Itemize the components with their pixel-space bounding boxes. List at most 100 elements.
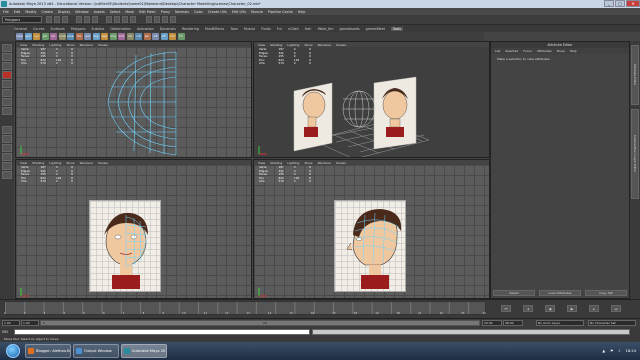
minimize-button[interactable]: _ xyxy=(604,0,614,7)
tab-subdivs[interactable]: Subdivs xyxy=(91,27,104,31)
move-tool-icon[interactable] xyxy=(2,71,12,79)
menu-edit[interactable]: Edit xyxy=(14,10,21,14)
viewport-menu-lighting[interactable]: Lighting xyxy=(49,161,61,165)
attr-menu-selected[interactable]: Selected xyxy=(505,49,518,53)
menu-create-uvs[interactable]: Create UVs xyxy=(208,10,227,14)
go-to-start-button[interactable]: ⏮ xyxy=(501,304,511,312)
tab-painteffects[interactable]: PaintEffects xyxy=(205,27,224,31)
viewport-menu-lighting[interactable]: Lighting xyxy=(287,161,299,165)
select-tool-icon[interactable] xyxy=(2,44,12,52)
menu-proxy[interactable]: Proxy xyxy=(161,10,170,14)
save-scene-icon[interactable] xyxy=(62,16,68,23)
snap-plane-icon[interactable] xyxy=(130,16,136,23)
taskbar-item[interactable]: Autodesk Maya 2013... xyxy=(121,344,167,358)
ipr-icon[interactable] xyxy=(162,16,168,23)
viewport-menu-view[interactable]: View xyxy=(258,43,265,47)
menu-edit-uvs[interactable]: Edit UVs xyxy=(232,10,246,14)
viewport-menu-shading[interactable]: Shading xyxy=(270,43,282,47)
viewport-menu-lighting[interactable]: Lighting xyxy=(287,43,299,47)
range-slider[interactable]: 1 24 xyxy=(40,320,480,326)
tab-fluids[interactable]: Fluids xyxy=(261,27,271,31)
persp-outliner-layout-icon[interactable] xyxy=(2,144,12,152)
taskbar-item[interactable]: Blogger: Alethan-Bo... xyxy=(25,344,71,358)
render-settings-icon[interactable] xyxy=(170,16,176,23)
shelf-brg-icon[interactable]: brg xyxy=(92,33,100,40)
tab-dynamics[interactable]: Dynamics xyxy=(160,27,176,31)
menu-help[interactable]: Help xyxy=(298,10,306,14)
shelf-tor-icon[interactable]: tor xyxy=(50,33,57,40)
outliner-icon[interactable] xyxy=(2,171,12,179)
attr-menu-attributes[interactable]: Attributes xyxy=(537,49,552,53)
viewport-menu-shading[interactable]: Shading xyxy=(32,43,44,47)
menu-create[interactable]: Create xyxy=(42,10,53,14)
viewport-menu-renderer[interactable]: Renderer xyxy=(318,43,332,47)
maximize-button[interactable]: □ xyxy=(615,0,625,7)
viewport-menu-lighting[interactable]: Lighting xyxy=(49,43,61,47)
tab-deformation[interactable]: Deformation xyxy=(110,27,131,31)
menu-select[interactable]: Select xyxy=(110,10,120,14)
four-view-layout-icon[interactable] xyxy=(2,135,12,143)
shelf-hlx-icon[interactable]: hlx xyxy=(75,33,83,40)
select-component-icon[interactable] xyxy=(92,16,98,23)
viewport-menu-renderer[interactable]: Renderer xyxy=(80,43,94,47)
command-language-label[interactable]: MEL xyxy=(2,329,9,335)
tray-icon[interactable]: ⚑ xyxy=(610,349,613,353)
viewport-menu-renderer[interactable]: Renderer xyxy=(80,161,94,165)
viewport-menu-show[interactable]: Show xyxy=(304,43,312,47)
tray-icon[interactable]: ▲ xyxy=(602,349,605,353)
menu-display[interactable]: Display xyxy=(58,10,71,14)
attr-menu-help[interactable]: Help xyxy=(570,49,577,53)
shelf-fc-icon[interactable]: FC xyxy=(177,33,185,40)
menu-window[interactable]: Window xyxy=(75,10,88,14)
menu-assets[interactable]: Assets xyxy=(94,10,105,14)
viewport-bottom-right[interactable]: View Shading Lighting Show Renderer Panels Ve… xyxy=(253,159,490,299)
play-back-button[interactable]: ◀ xyxy=(545,304,555,312)
viewport-menu-view[interactable]: View xyxy=(258,161,265,165)
tab-pablo-tim[interactable]: Pablo_tim xyxy=(318,27,334,31)
shelf-sph-icon[interactable]: sph xyxy=(24,33,32,40)
close-button[interactable]: ✕ xyxy=(626,0,640,7)
lasso-tool-icon[interactable] xyxy=(2,53,12,61)
tab-hair[interactable]: Hair xyxy=(305,27,312,31)
snap-grid-icon[interactable] xyxy=(106,16,112,23)
anim-layer-select[interactable]: No Anim Layer xyxy=(536,320,584,326)
viewport-menu-panels[interactable]: Panels xyxy=(336,43,346,47)
menu-modify[interactable]: Modify xyxy=(25,10,36,14)
shelf-ext-icon[interactable]: ext xyxy=(84,33,91,40)
render-icon[interactable] xyxy=(154,16,160,23)
go-to-end-button[interactable]: ⏭ xyxy=(611,304,621,312)
shelf-spl-icon[interactable]: spl xyxy=(143,33,151,40)
attr-menu-list[interactable]: List xyxy=(495,49,500,53)
attr-menu-show[interactable]: Show xyxy=(557,49,565,53)
manipulator-icon[interactable] xyxy=(2,98,12,106)
viewport-menu-panels[interactable]: Panels xyxy=(98,43,108,47)
viewport-bottom-left[interactable]: View Shading Lighting Show Renderer Panels Ve… xyxy=(15,159,252,299)
tray-icon[interactable]: ♪ xyxy=(618,349,620,353)
viewport-menu-show[interactable]: Show xyxy=(66,43,74,47)
select-object-icon[interactable] xyxy=(84,16,90,23)
new-scene-icon[interactable] xyxy=(46,16,52,23)
tab-channel-box[interactable]: Channel Box / Layer Editor xyxy=(631,109,639,199)
viewport-menu-panels[interactable]: Panels xyxy=(98,161,108,165)
shelf-app-icon[interactable]: app xyxy=(101,33,108,40)
character-set-select[interactable]: No Character Set xyxy=(588,320,636,326)
single-perspective-layout-icon[interactable] xyxy=(2,126,12,134)
tab-surfaces[interactable]: Surfaces xyxy=(50,27,64,31)
tab-ncloth[interactable]: nCloth xyxy=(288,27,299,31)
paint-select-icon[interactable] xyxy=(2,62,12,70)
scale-tool-icon[interactable] xyxy=(2,89,12,97)
viewport-menu-panels[interactable]: Panels xyxy=(336,161,346,165)
shelf-mrg-icon[interactable]: mrg xyxy=(109,33,117,40)
menu-edit-mesh[interactable]: Edit Mesh xyxy=(139,10,156,14)
shelf-cyl-icon[interactable]: cyl xyxy=(33,33,40,40)
tab-polygons[interactable]: Polygons xyxy=(71,27,86,31)
end-time-field[interactable]: 48.00 xyxy=(503,320,523,326)
shelf-pipe-icon[interactable]: pipe xyxy=(67,33,74,40)
play-forward-button[interactable]: ▶ xyxy=(567,304,577,312)
step-forward-button[interactable]: ▸ xyxy=(589,304,599,312)
snap-curve-icon[interactable] xyxy=(114,16,120,23)
step-back-button[interactable]: ◂ xyxy=(523,304,533,312)
select-hierarchy-icon[interactable] xyxy=(76,16,82,23)
history-icon[interactable] xyxy=(146,16,152,23)
playback-start-field[interactable]: 1.00 xyxy=(21,320,39,326)
